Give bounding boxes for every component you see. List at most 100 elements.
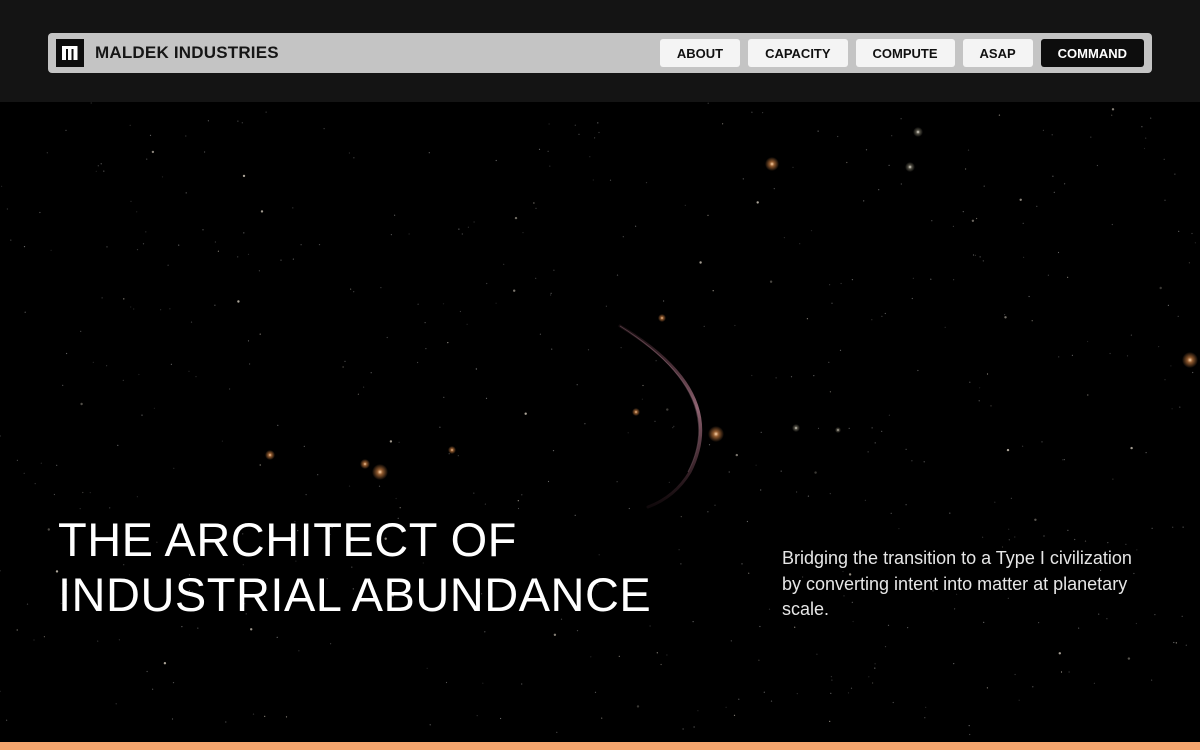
star-dot [707, 511, 709, 513]
star-dot [188, 370, 190, 372]
star-dot [16, 459, 18, 461]
star-dot [890, 512, 892, 514]
star-dot [151, 150, 155, 154]
star-dot [353, 291, 355, 293]
star-dot [330, 643, 332, 645]
star-dot [1126, 355, 1129, 357]
star-dot [265, 111, 267, 113]
nav-compute-button[interactable]: COMPUTE [855, 39, 955, 67]
star-dot [871, 427, 873, 429]
nav-buttons: ABOUT CAPACITY COMPUTE ASAP COMMAND [659, 39, 1144, 67]
star-dot [237, 300, 240, 303]
star-dot [924, 717, 926, 719]
star-dot [344, 360, 346, 362]
star-dot [221, 440, 223, 442]
star-dot [160, 309, 162, 311]
star-dot [979, 256, 981, 258]
star-dot [748, 572, 750, 574]
star-dot [684, 204, 686, 206]
star-dot [900, 118, 902, 120]
maldek-logo-icon[interactable] [56, 39, 84, 67]
nav-asap-button[interactable]: ASAP [962, 39, 1033, 67]
star-dot [277, 424, 279, 426]
star-dot [500, 717, 502, 720]
star-dot [931, 220, 933, 222]
star-dot [790, 376, 793, 378]
star-dot [1188, 262, 1190, 264]
star-dot [1090, 136, 1092, 138]
star-dot [806, 318, 809, 320]
star-dot [439, 426, 441, 428]
star-dot [796, 693, 798, 695]
star-dot [807, 495, 810, 497]
star-dot [982, 260, 984, 262]
star-dot [763, 691, 765, 693]
star-dot [851, 279, 854, 281]
star-dot [1023, 256, 1025, 258]
star-dot [130, 306, 132, 308]
star-dot [1182, 526, 1184, 528]
star-dot [161, 176, 164, 178]
star-dot [445, 681, 448, 684]
star-dot [746, 520, 749, 523]
star-dot [865, 149, 868, 151]
star-dot [0, 570, 1, 572]
star-dot [1111, 108, 1115, 111]
star-dot [323, 128, 325, 130]
star-dot [881, 430, 883, 432]
star-dot [53, 493, 56, 496]
star-dot [442, 303, 445, 305]
nav-command-button[interactable]: COMMAND [1040, 39, 1144, 67]
star-dot [428, 152, 430, 154]
star-dot [998, 114, 1001, 116]
star-dot [447, 342, 449, 344]
brand-name[interactable]: MALDEK INDUSTRIES [95, 43, 279, 63]
star-dot [195, 376, 197, 378]
star-dot [473, 221, 475, 223]
star-dot [990, 405, 992, 407]
star-dot [735, 453, 738, 457]
star-dot [136, 211, 138, 213]
star-dot [968, 725, 970, 727]
star-dot [741, 563, 743, 565]
hero-title-line-2: INDUSTRIAL ABUNDANCE [58, 568, 652, 621]
star-dot [6, 719, 8, 721]
star-dot [864, 499, 867, 501]
star-dot [514, 216, 518, 220]
star-dot [101, 297, 103, 299]
star-dot [109, 507, 111, 509]
star-dot [814, 471, 817, 474]
star-dot [1158, 346, 1160, 348]
star-dot [207, 120, 209, 122]
star-dot [172, 682, 175, 684]
star-dot [50, 249, 52, 251]
nav-about-button[interactable]: ABOUT [659, 39, 741, 67]
star-dot [1043, 535, 1045, 537]
star-dot [769, 280, 773, 283]
nav-capacity-button[interactable]: CAPACITY [748, 39, 848, 67]
star-dot [357, 393, 359, 395]
star-dot [762, 112, 764, 114]
star-dot [618, 655, 620, 657]
star-dot [250, 628, 253, 631]
star-dot [185, 192, 187, 194]
star-dot [794, 626, 796, 628]
star-dot [828, 361, 830, 363]
star-dot [594, 691, 597, 693]
star-dot [649, 625, 651, 627]
star-dot [47, 528, 50, 531]
star-dot [10, 239, 12, 241]
star-dot [1068, 671, 1070, 673]
star-dot [846, 161, 848, 164]
star-dot [1008, 528, 1010, 530]
star-dot [79, 508, 81, 510]
nav-bar: MALDEK INDUSTRIES ABOUT CAPACITY COMPUTE… [48, 33, 1152, 73]
star-dot [655, 360, 657, 362]
star-dot [259, 464, 261, 466]
star-dot [576, 384, 578, 386]
star-dot [89, 492, 91, 494]
star-dot [350, 288, 352, 290]
star-dot [318, 244, 321, 246]
star-dot [348, 485, 351, 487]
star-dot [146, 670, 148, 673]
